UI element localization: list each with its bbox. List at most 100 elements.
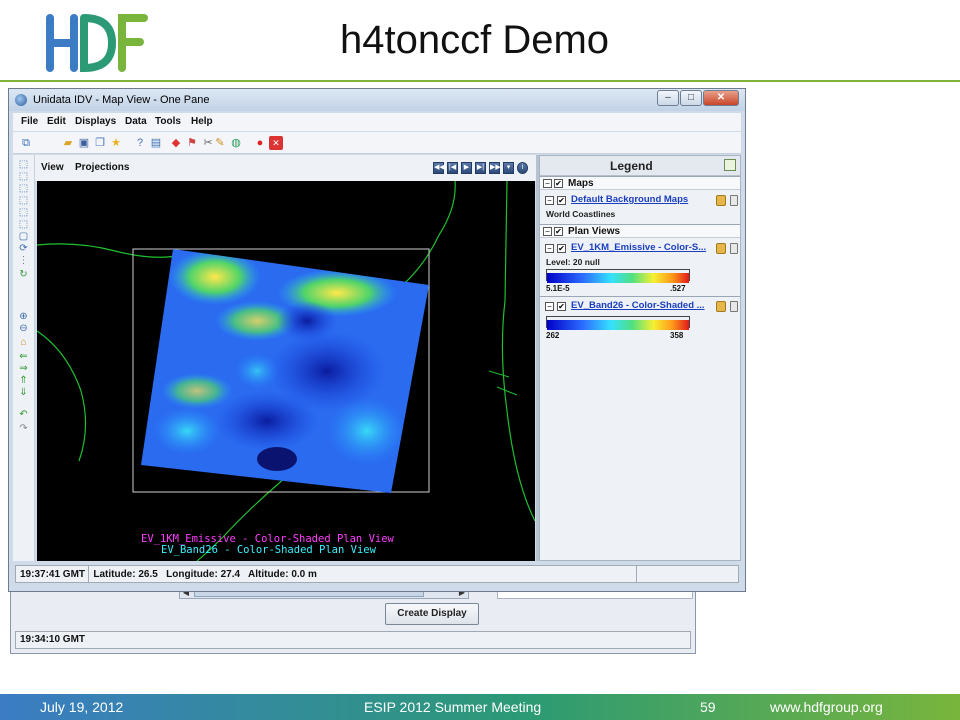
- legend-title: Legend: [610, 159, 653, 173]
- globe-icon[interactable]: ◍: [229, 136, 243, 150]
- status-separator: [88, 566, 89, 582]
- step-back-icon[interactable]: |◀: [447, 162, 458, 174]
- view-menu[interactable]: View: [41, 162, 64, 173]
- menu-data[interactable]: Data: [125, 116, 147, 127]
- view-west-icon[interactable]: ⬚: [17, 219, 30, 231]
- status-time: 19:34:10 GMT: [20, 634, 86, 645]
- collapse-icon[interactable]: −: [543, 227, 552, 236]
- dashboard-icon[interactable]: ⧉: [19, 136, 33, 150]
- create-display-button[interactable]: Create Display: [385, 603, 479, 625]
- pan-down-icon[interactable]: ⇓: [17, 387, 30, 399]
- menu-file[interactable]: File: [21, 116, 38, 127]
- animation-menu-icon[interactable]: ▾: [503, 162, 514, 174]
- emissive-colorbar[interactable]: [546, 269, 690, 283]
- undo-icon[interactable]: ↶: [17, 409, 30, 421]
- open-folder-icon[interactable]: ▰: [61, 136, 75, 150]
- dataset-icon[interactable]: ▤: [149, 136, 163, 150]
- pencil-icon[interactable]: ✎: [213, 136, 227, 150]
- flag-icon[interactable]: ⚑: [185, 136, 199, 150]
- trash-icon[interactable]: [730, 195, 738, 206]
- wireframe-icon[interactable]: ▢: [17, 231, 30, 243]
- world-coastlines-label: World Coastlines: [546, 209, 616, 219]
- background-maps-checkbox[interactable]: ✔: [557, 196, 566, 205]
- collapse-icon[interactable]: −: [543, 179, 552, 188]
- maps-visibility-checkbox[interactable]: ✔: [554, 179, 563, 188]
- emissive-min-label: 5.1E-5: [546, 284, 570, 293]
- collapse-icon[interactable]: −: [545, 244, 554, 253]
- pan-up-icon[interactable]: ⇑: [17, 375, 30, 387]
- view-top-icon[interactable]: ⬚: [17, 159, 30, 171]
- collapse-icon[interactable]: −: [545, 302, 554, 311]
- projections-menu[interactable]: Projections: [75, 162, 129, 173]
- step-forward-icon[interactable]: ▶|: [475, 162, 486, 174]
- overlay-label-band26: EV_Band26 - Color-Shaded Plan View: [161, 544, 377, 556]
- menu-displays[interactable]: Displays: [75, 116, 116, 127]
- lock-icon[interactable]: [716, 243, 726, 254]
- close-icon[interactable]: ✕: [703, 90, 739, 106]
- legend-panel: Legend − ✔ Maps − ✔ Default Background M…: [539, 155, 741, 561]
- view-east-icon[interactable]: ⬚: [17, 207, 30, 219]
- coastline-north: [37, 243, 182, 258]
- band26-visibility-checkbox[interactable]: ✔: [557, 302, 566, 311]
- pan-right-icon[interactable]: ⇒: [17, 363, 30, 375]
- rotate-icon[interactable]: ⟳: [17, 243, 30, 255]
- erase-icon[interactable]: ◆: [169, 136, 183, 150]
- ev-1km-emissive-link[interactable]: EV_1KM_Emissive - Color-S...: [571, 242, 706, 253]
- window-title: Unidata IDV - Map View - One Pane: [33, 94, 210, 106]
- default-background-maps-link[interactable]: Default Background Maps: [571, 194, 688, 205]
- close-icon[interactable]: ✕: [269, 136, 283, 150]
- fast-forward-icon[interactable]: ▶▶: [489, 162, 501, 174]
- idv-app-icon: [15, 94, 27, 106]
- star-icon[interactable]: ★: [109, 136, 123, 150]
- menu-tools[interactable]: Tools: [155, 116, 181, 127]
- trash-icon[interactable]: [730, 243, 738, 254]
- zoom-in-icon[interactable]: ⊕: [17, 311, 30, 323]
- minimize-icon[interactable]: –: [657, 90, 679, 106]
- float-legend-icon[interactable]: [724, 159, 736, 171]
- home-icon[interactable]: ⌂: [17, 337, 30, 349]
- trash-icon[interactable]: [730, 301, 738, 312]
- title-bar[interactable]: Unidata IDV - Map View - One Pane – □ ✕: [9, 89, 745, 111]
- view-menu-bar: View Projections ◀◀ |◀ ▶ ▶| ▶▶ ▾ i: [35, 155, 537, 181]
- menu-help[interactable]: Help: [191, 116, 213, 127]
- band26-min-label: 262: [546, 331, 560, 340]
- page-number: 59: [700, 699, 716, 715]
- footer-event: ESIP 2012 Summer Meeting: [364, 699, 542, 715]
- field-selector-window: ◀ ▶ Create Display 19:34:10 GMT: [10, 584, 696, 654]
- coastline-east: [501, 181, 535, 522]
- band26-max-label: 358: [670, 331, 684, 340]
- status-bar: 19:37:41 GMT Latitude: 26.5 Longitude: 2…: [15, 565, 739, 583]
- rewind-icon[interactable]: ◀◀: [433, 162, 445, 174]
- copy-icon[interactable]: ❐: [93, 136, 107, 150]
- ev-band26-link[interactable]: EV_Band26 - Color-Shaded ...: [571, 300, 705, 311]
- refresh-icon[interactable]: ↻: [17, 269, 30, 281]
- main-toolbar: ⧉ ▰ ▣ ❐ ★ ? ▤ ◆ ⚑ ✂ ✎ ◍ ● ✕: [13, 132, 741, 154]
- play-icon[interactable]: ▶: [461, 162, 472, 174]
- zoom-out-icon[interactable]: ⊖: [17, 323, 30, 335]
- view-bottom-icon[interactable]: ⬚: [17, 171, 30, 183]
- status-bar: 19:34:10 GMT: [15, 631, 691, 649]
- map-view[interactable]: EV_1KM_Emissive - Color-Shaded Plan View…: [37, 181, 535, 561]
- info-icon[interactable]: i: [517, 162, 528, 174]
- plan-views-visibility-checkbox[interactable]: ✔: [554, 227, 563, 236]
- help-icon[interactable]: ?: [133, 136, 147, 150]
- level-label: Level: 20 null: [546, 257, 600, 267]
- emissive-visibility-checkbox[interactable]: ✔: [557, 244, 566, 253]
- maximize-icon[interactable]: □: [680, 90, 702, 106]
- menu-edit[interactable]: Edit: [47, 116, 66, 127]
- band26-colorbar[interactable]: [546, 316, 690, 330]
- redo-icon[interactable]: ↷: [17, 423, 30, 435]
- status-readout: 19:37:41 GMT Latitude: 26.5 Longitude: 2…: [20, 569, 317, 580]
- coastline-west: [37, 330, 87, 462]
- footer-url: www.hdfgroup.org: [770, 699, 883, 715]
- pan-left-icon[interactable]: ⇐: [17, 351, 30, 363]
- view-south-icon[interactable]: ⬚: [17, 195, 30, 207]
- lock-icon[interactable]: [716, 195, 726, 206]
- map-canvas[interactable]: EV_1KM_Emissive - Color-Shaded Plan View…: [37, 181, 535, 561]
- lock-icon[interactable]: [716, 301, 726, 312]
- collapse-icon[interactable]: −: [545, 196, 554, 205]
- view-north-icon[interactable]: ⬚: [17, 183, 30, 195]
- save-icon[interactable]: ▣: [77, 136, 91, 150]
- separator-icon: ⋮: [18, 255, 29, 266]
- stop-icon[interactable]: ●: [253, 136, 267, 150]
